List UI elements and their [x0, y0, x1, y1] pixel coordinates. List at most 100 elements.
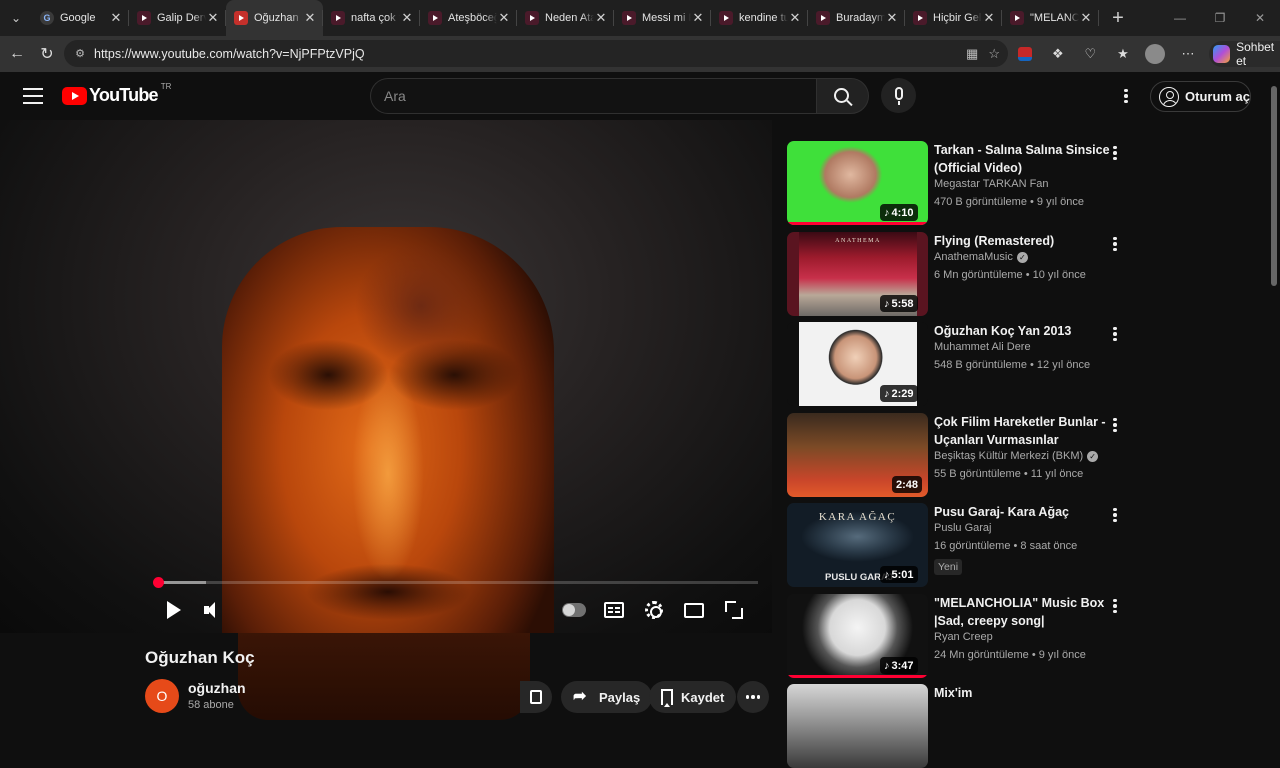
recommended-video[interactable]: 2:48 Çok Filim Hareketler Bunlar - Uçanla… — [787, 413, 1157, 497]
hamburger-menu-icon[interactable] — [20, 84, 46, 108]
new-tab-button[interactable]: + — [1103, 0, 1133, 36]
extensions-puzzle-icon[interactable]: ❖ — [1047, 42, 1070, 66]
close-tab-icon[interactable]: ✕ — [1079, 10, 1093, 26]
search-input[interactable]: Ara — [370, 78, 816, 114]
recommended-channel[interactable]: AnathemaMusic — [934, 251, 1013, 263]
recommended-video[interactable]: ♪ 3:47 "MELANCHOLIA" Music Box |Sad, creep… — [787, 594, 1157, 678]
recommended-title[interactable]: Mix'im — [934, 684, 1114, 702]
save-label: Kaydet — [681, 689, 725, 705]
youtube-icon — [234, 11, 248, 25]
recommended-video[interactable]: ANATHEMA ♪ 5:58 Flying (Remastered) Anathema… — [787, 232, 1157, 316]
minimize-icon[interactable]: — — [1160, 0, 1200, 36]
video-player[interactable] — [0, 120, 772, 633]
settings-button[interactable] — [636, 592, 672, 628]
app-available-icon[interactable]: ▦ — [966, 46, 978, 62]
youtube-logo[interactable]: YouTube TR — [62, 82, 171, 106]
recommended-channel[interactable]: Ryan Creep — [934, 631, 993, 643]
recommended-title[interactable]: Pusu Garaj- Kara Ağaç — [934, 503, 1114, 521]
video-more-options-icon[interactable] — [1105, 596, 1125, 616]
progress-bar[interactable] — [158, 581, 758, 584]
browser-tab[interactable]: Oğuzhan Koç✕ — [226, 0, 323, 36]
video-more-options-icon[interactable] — [1105, 234, 1125, 254]
browser-tab[interactable]: Messi mi Ronaldo✕ — [614, 0, 711, 36]
browser-tab[interactable]: "MELANCHOLIA"✕ — [1002, 0, 1099, 36]
site-info-icon[interactable]: ⚙ — [70, 47, 90, 60]
favorite-star-icon[interactable]: ☆ — [988, 46, 1000, 62]
progress-buffered — [158, 581, 206, 584]
search-button[interactable] — [816, 78, 869, 114]
browser-tab[interactable]: nafta çok fena✕ — [323, 0, 420, 36]
browser-tab[interactable]: Ateşböceği ✕ — [420, 0, 517, 36]
close-tab-icon[interactable]: ✕ — [497, 10, 511, 26]
tab-list-chevron-icon[interactable]: ⌄ — [0, 0, 32, 36]
share-button[interactable]: Paylaş — [561, 681, 653, 713]
progress-scrubber[interactable] — [153, 577, 164, 588]
play-button[interactable] — [154, 592, 190, 628]
recommended-title[interactable]: Flying (Remastered) — [934, 232, 1114, 250]
recommended-title[interactable]: Tarkan - Salına Salına Sinsice (Official… — [934, 141, 1114, 177]
browser-tab[interactable]: kendine tut ✕ — [711, 0, 808, 36]
channel-avatar[interactable]: O — [145, 679, 179, 713]
voice-search-button[interactable] — [881, 78, 916, 113]
browser-tab[interactable]: Neden Atatürk✕ — [517, 0, 614, 36]
close-tab-icon[interactable]: ✕ — [691, 10, 705, 26]
recommended-channel[interactable]: Megastar TARKAN Fan — [934, 178, 1049, 190]
channel-name[interactable]: oğuzhan — [188, 680, 246, 696]
close-tab-icon[interactable]: ✕ — [885, 10, 899, 26]
browser-tab-strip: ⌄ Google✕Galip Derviş✕Oğuzhan Koç✕nafta … — [0, 0, 1280, 36]
recommended-video[interactable]: ♪ 2:29 Oğuzhan Koç Yan 2013 Muhammet Ali De… — [787, 322, 1157, 406]
recommended-title[interactable]: Çok Filim Hareketler Bunlar - Uçanları V… — [934, 413, 1114, 449]
browser-tab[interactable]: Google ✕ — [32, 0, 129, 36]
youtube-header: YouTube TR Ara Oturum aç — [0, 72, 1268, 120]
recommended-title[interactable]: Oğuzhan Koç Yan 2013 — [934, 322, 1114, 340]
close-tab-icon[interactable]: ✕ — [206, 10, 220, 26]
reload-icon[interactable]: ↻ — [32, 39, 62, 69]
close-tab-icon[interactable]: ✕ — [982, 10, 996, 26]
close-tab-icon[interactable]: ✕ — [400, 10, 414, 26]
video-more-options-icon[interactable] — [1105, 505, 1125, 525]
video-more-options-icon[interactable] — [1105, 415, 1125, 435]
back-arrow-icon[interactable]: ← — [2, 39, 32, 69]
video-more-options-icon[interactable] — [1105, 143, 1125, 163]
tab-title: Ateşböceği — [448, 12, 497, 24]
close-tab-icon[interactable]: ✕ — [303, 10, 317, 26]
maximize-icon[interactable]: ❐ — [1200, 0, 1240, 36]
profile-avatar[interactable] — [1144, 42, 1167, 66]
recommended-video[interactable]: KARA AĞAÇ PUSLU GARAJ ♪ 5:01 Pusu Garaj- Kar… — [787, 503, 1157, 587]
browser-tab[interactable]: Galip Derviş✕ — [129, 0, 226, 36]
recommended-channel[interactable]: Puslu Garaj — [934, 522, 991, 534]
close-tab-icon[interactable]: ✕ — [109, 10, 123, 26]
browser-tab[interactable]: Hiçbir Gelir ✕ — [905, 0, 1002, 36]
close-window-icon[interactable]: ✕ — [1240, 0, 1280, 36]
browser-essentials-icon[interactable]: ♡ — [1079, 42, 1102, 66]
header-more-icon[interactable] — [1116, 86, 1136, 106]
theater-mode-button[interactable] — [676, 592, 712, 628]
close-tab-icon[interactable]: ✕ — [594, 10, 608, 26]
recommended-channel[interactable]: Beşiktaş Kültür Merkezi (BKM) — [934, 450, 1083, 462]
recommended-title[interactable]: "MELANCHOLIA" Music Box |Sad, creepy son… — [934, 594, 1114, 630]
address-bar[interactable]: ⚙ https://www.youtube.com/watch?v=NjPFPt… — [64, 40, 1008, 67]
mute-button[interactable] — [194, 592, 230, 628]
signin-button[interactable]: Oturum aç — [1150, 81, 1251, 112]
extension-badge-icon[interactable] — [1014, 42, 1037, 66]
recommended-video[interactable]: ♪ 4:10 Tarkan - Salına Salına Sinsice (Off… — [787, 141, 1157, 225]
signin-label: Oturum aç — [1185, 89, 1251, 104]
page-scrollbar[interactable] — [1268, 72, 1280, 720]
more-actions-button[interactable] — [737, 681, 769, 713]
close-tab-icon[interactable]: ✕ — [788, 10, 802, 26]
recommended-channel[interactable]: Muhammet Ali Dere — [934, 341, 1031, 353]
watched-progress-bar — [787, 222, 928, 225]
save-button[interactable]: Kaydet — [649, 681, 737, 713]
fullscreen-button[interactable] — [716, 592, 752, 628]
video-thumbnail[interactable] — [787, 684, 928, 768]
video-frame-overflow — [238, 633, 530, 720]
subtitles-button[interactable] — [596, 592, 632, 628]
settings-more-icon[interactable]: ⋯ — [1177, 42, 1200, 66]
favorites-collection-icon[interactable]: ★ — [1112, 42, 1135, 66]
autoplay-toggle[interactable] — [556, 592, 592, 628]
video-more-options-icon[interactable] — [1105, 324, 1125, 344]
dislike-button[interactable] — [520, 681, 552, 713]
copilot-button[interactable]: Sohbet et — [1209, 40, 1280, 68]
browser-tab[interactable]: Buradaymış✕ — [808, 0, 905, 36]
recommended-video[interactable]: Mix'im — [787, 684, 1157, 768]
